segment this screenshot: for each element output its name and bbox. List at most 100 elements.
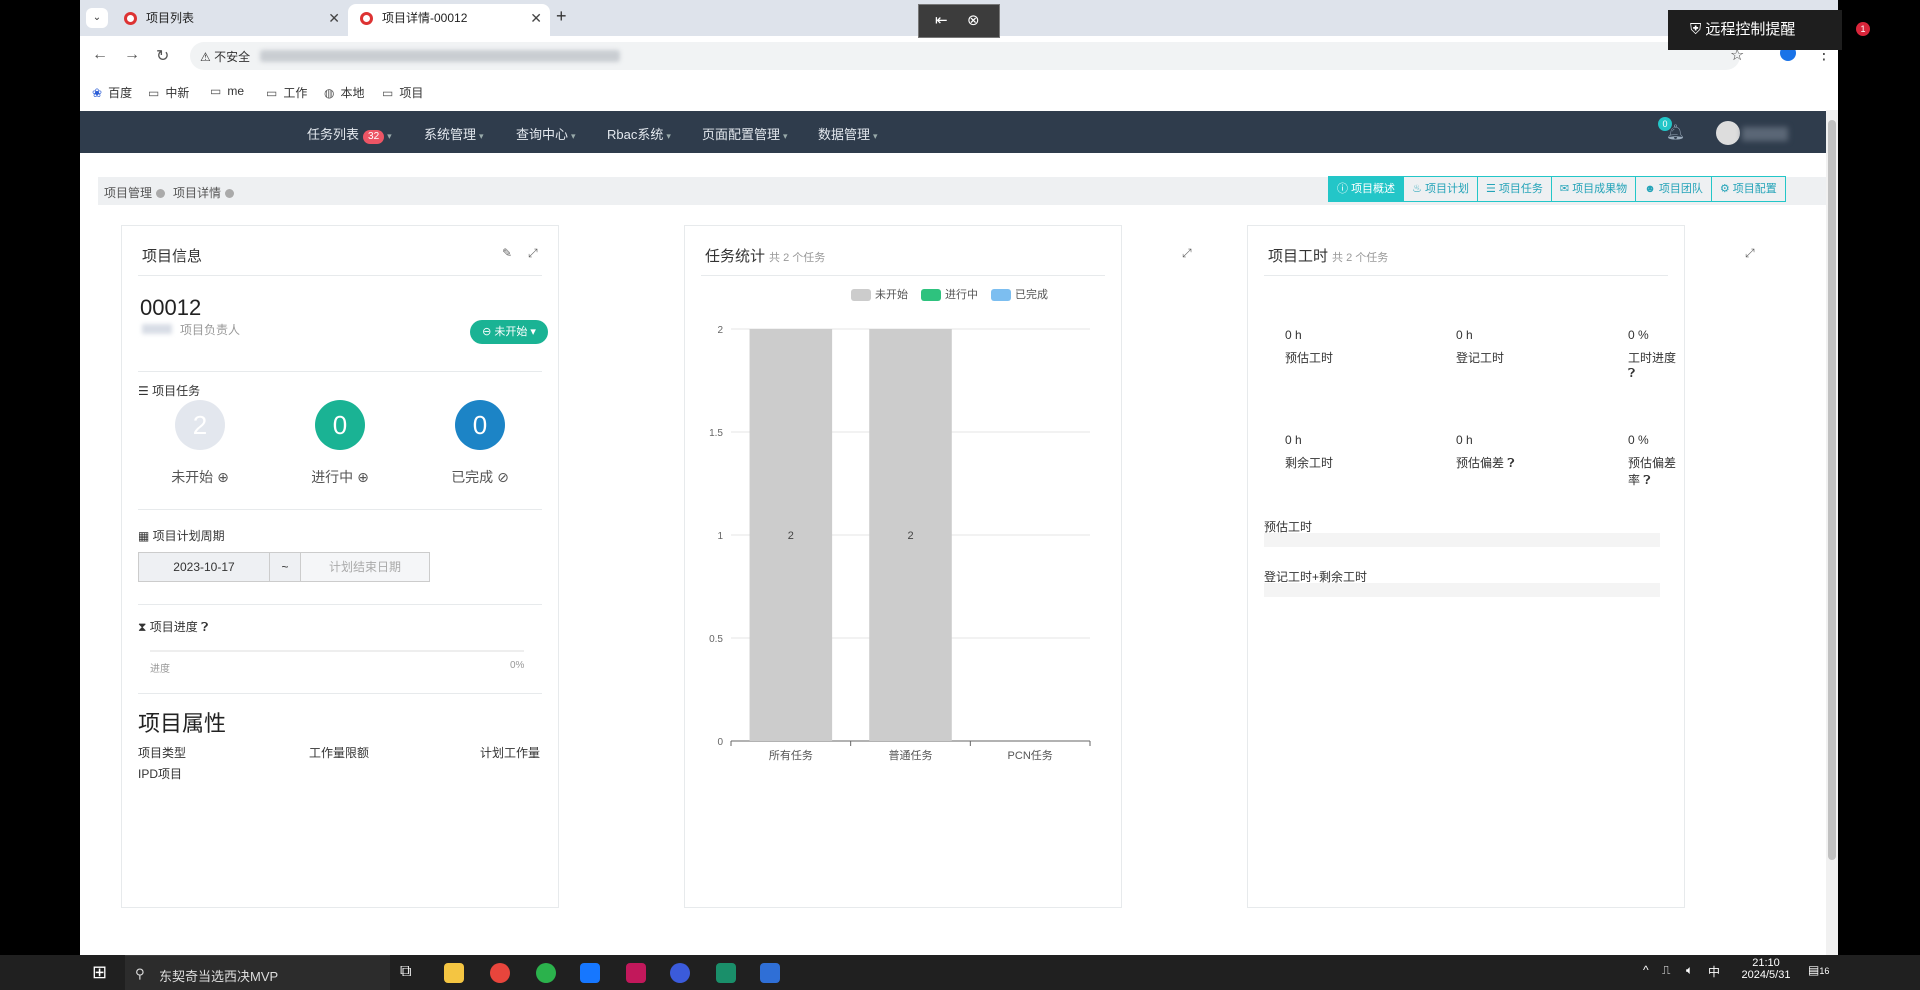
security-indicator[interactable]: ⚠ 不安全 bbox=[200, 48, 250, 65]
web-page: 任务列表 32 ▾ 系统管理 ▾ 查询中心 ▾ Rbac系统 ▾ 页面配置管理 ▾ 数据管理… bbox=[80, 110, 1838, 955]
username-blurred[interactable] bbox=[1742, 127, 1788, 141]
expand-icon[interactable]: ⤢ bbox=[1182, 246, 1192, 261]
menu-system[interactable]: 系统管理 ▾ bbox=[424, 124, 484, 143]
mail-icon[interactable] bbox=[760, 963, 780, 983]
in-progress-link[interactable]: 进行中 ⊕ bbox=[285, 467, 395, 487]
help-icon[interactable]: ❓︎ bbox=[1507, 456, 1514, 470]
bookmark-item[interactable]: ▭ 项目 bbox=[382, 84, 423, 101]
x-category-label: 普通任务 bbox=[889, 748, 933, 762]
remote-close-icon[interactable]: ⊗ bbox=[967, 11, 980, 29]
chevron-down-icon: ▾ bbox=[783, 131, 788, 141]
section-label: 项目计划周期 bbox=[152, 529, 225, 543]
browser-tab-project-list[interactable]: 项目列表 ✕ bbox=[112, 4, 348, 36]
scrollbar-thumb[interactable] bbox=[1828, 120, 1836, 860]
close-tab-icon[interactable]: ✕ bbox=[530, 4, 542, 32]
tab-deliverables[interactable]: ✉ 项目成果物 bbox=[1550, 177, 1635, 201]
project-hours-card: 项目工时共 2 个任务 ⤢ 0 h 预估工时 0 h 登记工时 0 % 工时进度… bbox=[1247, 225, 1755, 908]
start-date-field[interactable]: 2023-10-17 bbox=[139, 553, 269, 581]
bar-data-label: 2 bbox=[907, 530, 913, 542]
menu-rbac[interactable]: Rbac系统 ▾ bbox=[607, 124, 671, 143]
tab-config[interactable]: ⚙ 项目配置 bbox=[1710, 177, 1785, 201]
divider bbox=[1264, 275, 1668, 276]
chevron-down-icon: ▾ bbox=[571, 131, 576, 141]
bookmark-label: 工作 bbox=[283, 86, 308, 100]
tab-overview[interactable]: ⓘ 项目概述 bbox=[1329, 177, 1404, 201]
menu-label: 查询中心 bbox=[516, 127, 569, 142]
x-category-label: 所有任务 bbox=[769, 748, 813, 762]
file-explorer-icon[interactable] bbox=[444, 963, 464, 983]
help-icon[interactable]: ❓︎ bbox=[201, 620, 208, 634]
chrome-icon[interactable] bbox=[490, 963, 510, 983]
status-dropdown[interactable]: ⊖ 未开始 ▾ bbox=[470, 320, 548, 344]
feishu-icon[interactable] bbox=[580, 963, 600, 983]
volume-icon[interactable]: 🔈︎ bbox=[1686, 963, 1693, 978]
page-scrollbar[interactable] bbox=[1826, 110, 1838, 955]
help-icon[interactable]: ❓︎ bbox=[1628, 366, 1635, 380]
folder-icon: ▭ bbox=[210, 84, 222, 98]
tab-label: 项目列表 bbox=[146, 11, 195, 25]
notif-badge: 0 bbox=[1658, 117, 1672, 131]
avatar[interactable] bbox=[1716, 121, 1740, 145]
breadcrumb-label: 项目详情 bbox=[173, 186, 222, 200]
datagrip-icon[interactable] bbox=[716, 963, 736, 983]
x-category-label: PCN任务 bbox=[1008, 749, 1053, 762]
bookmark-item[interactable]: ▭ me bbox=[210, 84, 244, 98]
expand-icon[interactable]: ⤢ bbox=[528, 246, 538, 261]
remote-badge: 1 bbox=[1856, 22, 1870, 36]
tab-search-icon[interactable]: ⌄ bbox=[86, 8, 108, 28]
remote-disconnect-icon[interactable]: ⇤ bbox=[935, 11, 948, 29]
tasks-section-label: ☰ 项目任务 bbox=[138, 384, 201, 398]
menu-label: 页面配置管理 bbox=[702, 127, 781, 142]
end-date-field[interactable]: 计划结束日期 bbox=[301, 553, 429, 581]
windows-start-icon[interactable]: ⊞ bbox=[92, 962, 107, 983]
task-count-badge: 32 bbox=[363, 130, 385, 144]
reload-icon[interactable]: ↻ bbox=[156, 46, 169, 66]
taskbar-search[interactable]: ⚲ 东契奇当选西决MVP bbox=[125, 955, 390, 990]
address-bar[interactable]: ⚠ 不安全 bbox=[190, 42, 1740, 70]
browser-tab-project-detail[interactable]: 项目详情-00012 ✕ bbox=[348, 4, 550, 36]
ime-indicator[interactable]: 中 bbox=[1708, 963, 1720, 980]
bookmark-item[interactable]: ▭ 工作 bbox=[266, 84, 307, 101]
bookmark-item[interactable]: ❀ 百度 bbox=[92, 84, 132, 101]
edit-icon[interactable]: ✎ bbox=[502, 246, 512, 260]
not-started-link[interactable]: 未开始 ⊕ bbox=[145, 467, 255, 487]
new-tab-icon[interactable]: + bbox=[556, 6, 567, 27]
tab-tasks[interactable]: ☰ 项目任务 bbox=[1476, 177, 1551, 201]
menu-query[interactable]: 查询中心 ▾ bbox=[516, 124, 576, 143]
remote-control-toolbar[interactable]: ⇤ ⊗ bbox=[918, 4, 1000, 38]
tab-team[interactable]: ☻ 项目团队 bbox=[1635, 177, 1711, 201]
bookmark-item[interactable]: ▭ 中新 bbox=[148, 84, 189, 101]
forward-icon[interactable]: → bbox=[124, 46, 140, 64]
tray-up-icon[interactable]: ^ bbox=[1643, 963, 1649, 977]
close-tab-icon[interactable]: ✕ bbox=[328, 4, 340, 32]
separator-dot bbox=[156, 189, 166, 199]
clock[interactable]: 21:10 2024/5/31 bbox=[1736, 957, 1796, 981]
done-link[interactable]: 已完成 ⊘ bbox=[425, 467, 535, 487]
menu-data[interactable]: 数据管理 ▾ bbox=[818, 124, 878, 143]
intellij-icon[interactable] bbox=[626, 963, 646, 983]
menu-page-config[interactable]: 页面配置管理 ▾ bbox=[702, 124, 788, 143]
bookmarks-bar: ❀ 百度 ▭ 中新 ▭ me ▭ 工作 ◍ 本地 ▭ 项目 bbox=[80, 76, 1838, 110]
menu-task-list[interactable]: 任务列表 32 ▾ bbox=[307, 124, 392, 144]
wechat-icon[interactable] bbox=[536, 963, 556, 983]
notification-icon[interactable]: ▤16 bbox=[1808, 963, 1829, 977]
attr-header: 计划工作量 bbox=[480, 746, 541, 760]
divider bbox=[138, 604, 542, 605]
paw-icon: ❀ bbox=[92, 86, 103, 100]
network-icon[interactable]: ⎍ bbox=[1662, 963, 1670, 978]
back-icon[interactable]: ← bbox=[92, 46, 108, 64]
tab-plan[interactable]: ♨ 项目计划 bbox=[1403, 177, 1477, 201]
expand-icon[interactable]: ⤢ bbox=[1745, 246, 1755, 261]
security-label: 不安全 bbox=[214, 50, 251, 64]
y-tick-label: 0 bbox=[717, 737, 723, 748]
task-view-icon[interactable]: ⧉ bbox=[400, 963, 420, 983]
breadcrumb-item[interactable]: 项目管理 项目详情 bbox=[104, 184, 242, 201]
help-icon[interactable]: ❓︎ bbox=[1643, 473, 1650, 487]
tab-label: 项目计划 bbox=[1424, 183, 1469, 195]
bookmark-label: 中新 bbox=[165, 86, 190, 100]
stat-label: 预估偏差率 ❓︎ bbox=[1628, 454, 1684, 488]
bell-icon[interactable]: 🔔︎ 0 bbox=[1658, 117, 1685, 141]
bookmark-item[interactable]: ◍ 本地 bbox=[324, 84, 365, 101]
todo-icon[interactable] bbox=[670, 963, 690, 983]
remote-control-tip[interactable]: ⛨ 远程控制提醒 bbox=[1668, 10, 1842, 50]
